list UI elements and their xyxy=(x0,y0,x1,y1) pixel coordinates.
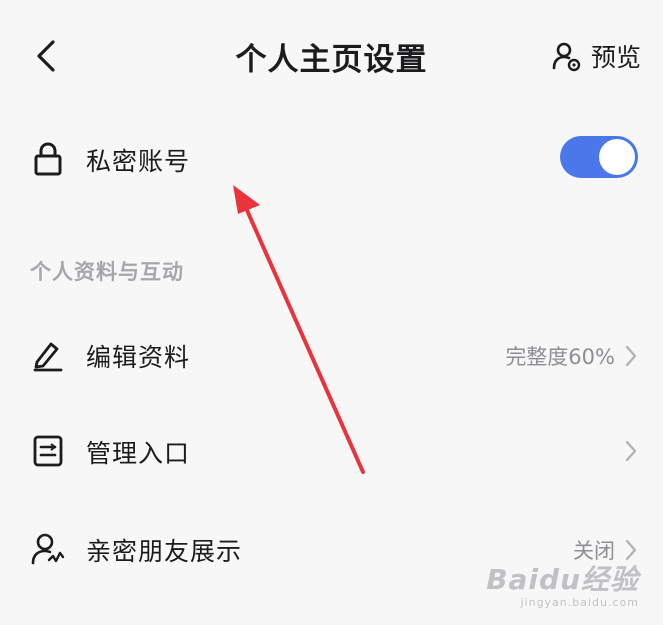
entry-list-icon xyxy=(33,435,63,467)
friend-icon-wrap xyxy=(30,531,66,567)
chevron-right-icon xyxy=(625,440,637,462)
close-friend-icon xyxy=(31,533,65,565)
user-preview-icon xyxy=(552,42,581,72)
preview-button[interactable]: 预览 xyxy=(551,36,641,76)
close-friends-label: 亲密朋友展示 xyxy=(86,537,243,566)
lock-icon-wrap xyxy=(30,141,66,177)
watermark-brand: Baidu经验 xyxy=(486,563,639,596)
header-bar: 个人主页设置 预览 xyxy=(0,0,663,112)
toggle-knob xyxy=(599,139,635,175)
private-account-row[interactable]: 私密账号 xyxy=(0,128,663,190)
profile-completeness: 完整度60% xyxy=(505,345,615,369)
chevron-right-icon xyxy=(625,345,637,367)
private-account-label: 私密账号 xyxy=(86,147,191,176)
entry-icon-wrap xyxy=(30,433,66,469)
preview-label: 预览 xyxy=(590,43,641,72)
edit-icon-wrap xyxy=(30,337,66,373)
manage-entries-label: 管理入口 xyxy=(86,439,191,468)
edit-profile-row[interactable]: 编辑资料 完整度60% xyxy=(0,324,663,386)
lock-icon xyxy=(34,142,62,176)
edit-pencil-icon xyxy=(33,342,63,372)
edit-profile-label: 编辑资料 xyxy=(86,343,191,372)
watermark: Baidu经验 jingyan.baidu.com xyxy=(486,558,639,609)
section-title: 个人资料与互动 xyxy=(30,260,184,284)
manage-entries-row[interactable]: 管理入口 xyxy=(0,420,663,482)
private-account-toggle[interactable] xyxy=(560,136,638,178)
